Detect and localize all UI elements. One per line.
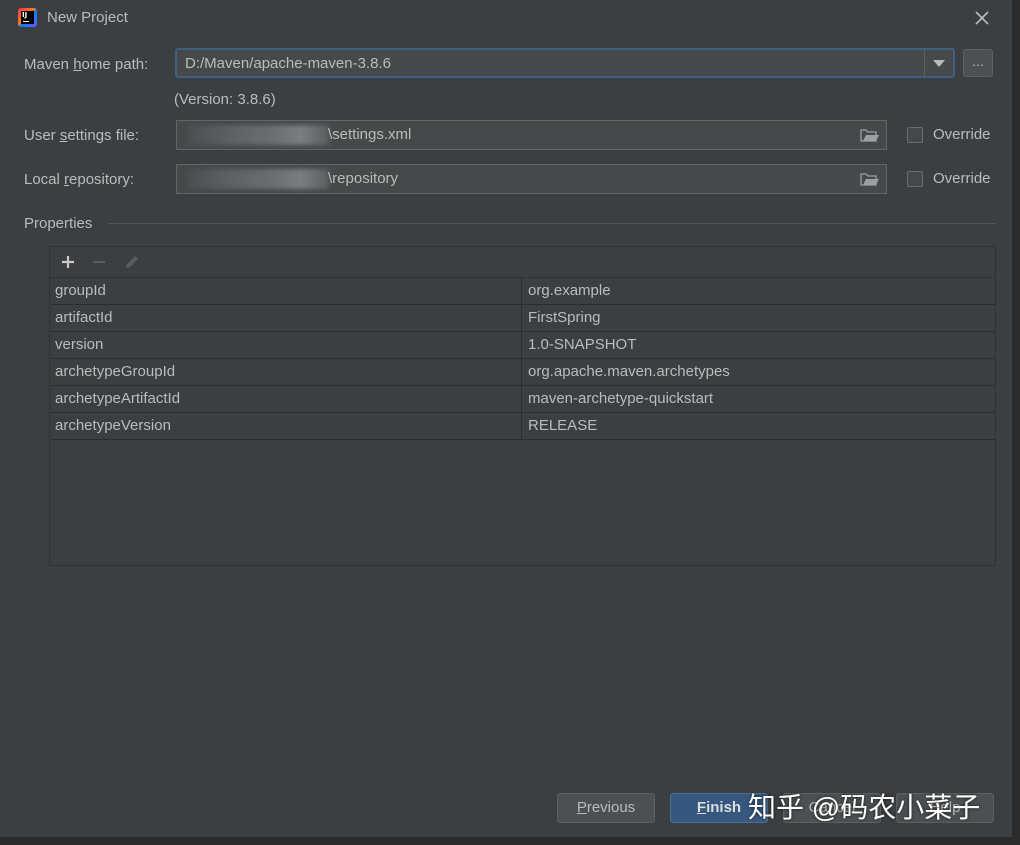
table-row[interactable]: archetypeGroupId org.apache.maven.archet… — [51, 359, 995, 386]
table-row[interactable]: version 1.0-SNAPSHOT — [51, 332, 995, 359]
property-value[interactable]: org.apache.maven.archetypes — [523, 359, 995, 385]
property-value[interactable]: maven-archetype-quickstart — [523, 386, 995, 412]
local-repository-value: \repository — [328, 170, 399, 187]
remove-icon[interactable] — [88, 251, 110, 273]
add-icon[interactable] — [57, 251, 79, 273]
new-project-dialog: IJ New Project Maven home path: D:/Maven… — [0, 0, 1020, 845]
user-settings-file-value: \settings.xml — [328, 126, 412, 143]
maven-home-path-value: D:/Maven/apache-maven-3.8.6 — [185, 55, 391, 72]
table-row[interactable]: archetypeArtifactId maven-archetype-quic… — [51, 386, 995, 413]
property-key[interactable]: archetypeVersion — [51, 413, 522, 439]
table-row[interactable]: artifactId FirstSpring — [51, 305, 995, 332]
local-repository-override-checkbox[interactable] — [907, 171, 923, 187]
property-value[interactable]: 1.0-SNAPSHOT — [523, 332, 995, 358]
zhihu-watermark: 知乎 @码农小菜子 — [748, 792, 981, 823]
maven-home-path-combobox[interactable]: D:/Maven/apache-maven-3.8.6 — [175, 48, 955, 78]
properties-table: groupId org.example artifactId FirstSpri… — [51, 278, 995, 440]
local-repository-label: Local repository: — [24, 171, 135, 188]
title-bar: IJ New Project — [0, 0, 1012, 36]
user-settings-override-label: Override — [933, 126, 991, 143]
maven-version-text: (Version: 3.8.6) — [174, 91, 276, 108]
property-key[interactable]: archetypeGroupId — [51, 359, 522, 385]
property-key[interactable]: groupId — [51, 278, 522, 304]
property-key[interactable]: version — [51, 332, 522, 358]
maven-home-path-label: Maven home path: — [24, 56, 149, 73]
folder-open-icon[interactable] — [860, 171, 880, 187]
local-repository-field[interactable]: \repository — [176, 164, 887, 194]
close-icon[interactable] — [972, 8, 992, 28]
combobox-dropdown-button[interactable] — [924, 50, 953, 76]
maven-home-browse-button[interactable]: ... — [963, 49, 993, 77]
property-key[interactable]: artifactId — [51, 305, 522, 331]
table-row[interactable]: archetypeVersion RELEASE — [51, 413, 995, 440]
user-settings-file-label: User settings file: — [24, 127, 140, 144]
intellij-idea-icon: IJ — [18, 8, 37, 27]
property-value[interactable]: org.example — [523, 278, 995, 304]
property-value[interactable]: FirstSpring — [523, 305, 995, 331]
properties-section-title: Properties — [24, 215, 93, 232]
local-repository-override-label: Override — [933, 170, 991, 187]
redacted-path-blur — [187, 169, 329, 189]
property-key[interactable]: archetypeArtifactId — [51, 386, 522, 412]
properties-separator — [108, 223, 996, 224]
table-row[interactable]: groupId org.example — [51, 278, 995, 305]
folder-open-icon[interactable] — [860, 127, 880, 143]
chevron-down-icon — [933, 60, 945, 67]
user-settings-file-field[interactable]: \settings.xml — [176, 120, 887, 150]
previous-button[interactable]: Previous — [557, 793, 655, 823]
properties-panel: groupId org.example artifactId FirstSpri… — [49, 246, 996, 566]
property-value[interactable]: RELEASE — [523, 413, 995, 439]
window-title: New Project — [47, 9, 128, 26]
edit-pencil-icon[interactable] — [121, 251, 143, 273]
properties-toolbar — [50, 247, 995, 278]
user-settings-override-checkbox[interactable] — [907, 127, 923, 143]
redacted-path-blur — [187, 125, 329, 145]
